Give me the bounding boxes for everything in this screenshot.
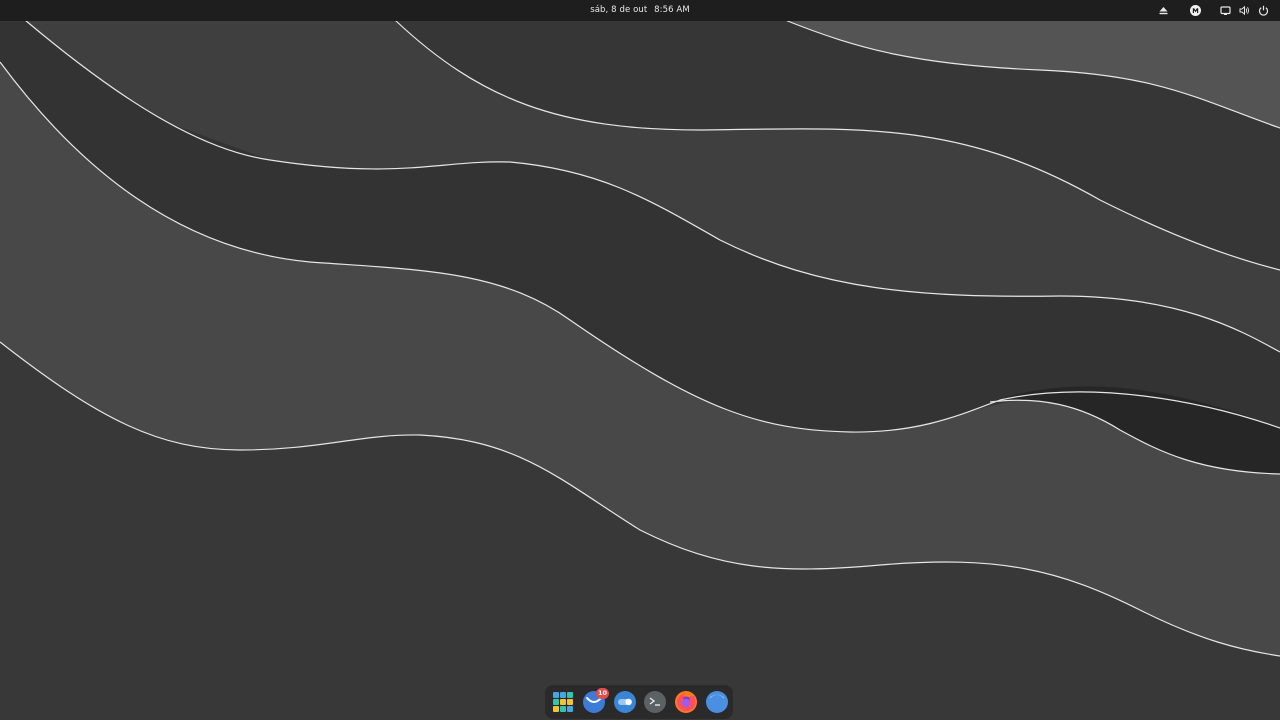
- dock: 10: [545, 685, 733, 719]
- wallpaper: [0, 0, 1280, 720]
- desktop[interactable]: sáb, 8 de out 8:56 AM 10: [0, 0, 1280, 720]
- top-panel: sáb, 8 de out 8:56 AM: [0, 0, 1280, 21]
- terminal-app-icon[interactable]: [643, 690, 667, 714]
- display-icon[interactable]: [1219, 4, 1232, 17]
- mastodon-icon[interactable]: [1189, 4, 1202, 17]
- mail-app-icon[interactable]: 10: [582, 688, 609, 714]
- power-icon[interactable]: [1257, 4, 1270, 17]
- clock-time: 8:56 AM: [654, 5, 690, 15]
- eject-icon[interactable]: [1157, 4, 1170, 17]
- clock-date: sáb, 8 de out: [590, 5, 648, 15]
- firefox-app-icon[interactable]: [674, 690, 698, 714]
- clock[interactable]: sáb, 8 de out 8:56 AM: [0, 0, 1280, 21]
- notification-badge: 10: [596, 688, 609, 699]
- app-grid-icon[interactable]: [551, 690, 575, 714]
- volume-icon[interactable]: [1238, 4, 1251, 17]
- settings-toggle-app-icon[interactable]: [613, 690, 637, 714]
- files-app-icon[interactable]: [705, 690, 729, 714]
